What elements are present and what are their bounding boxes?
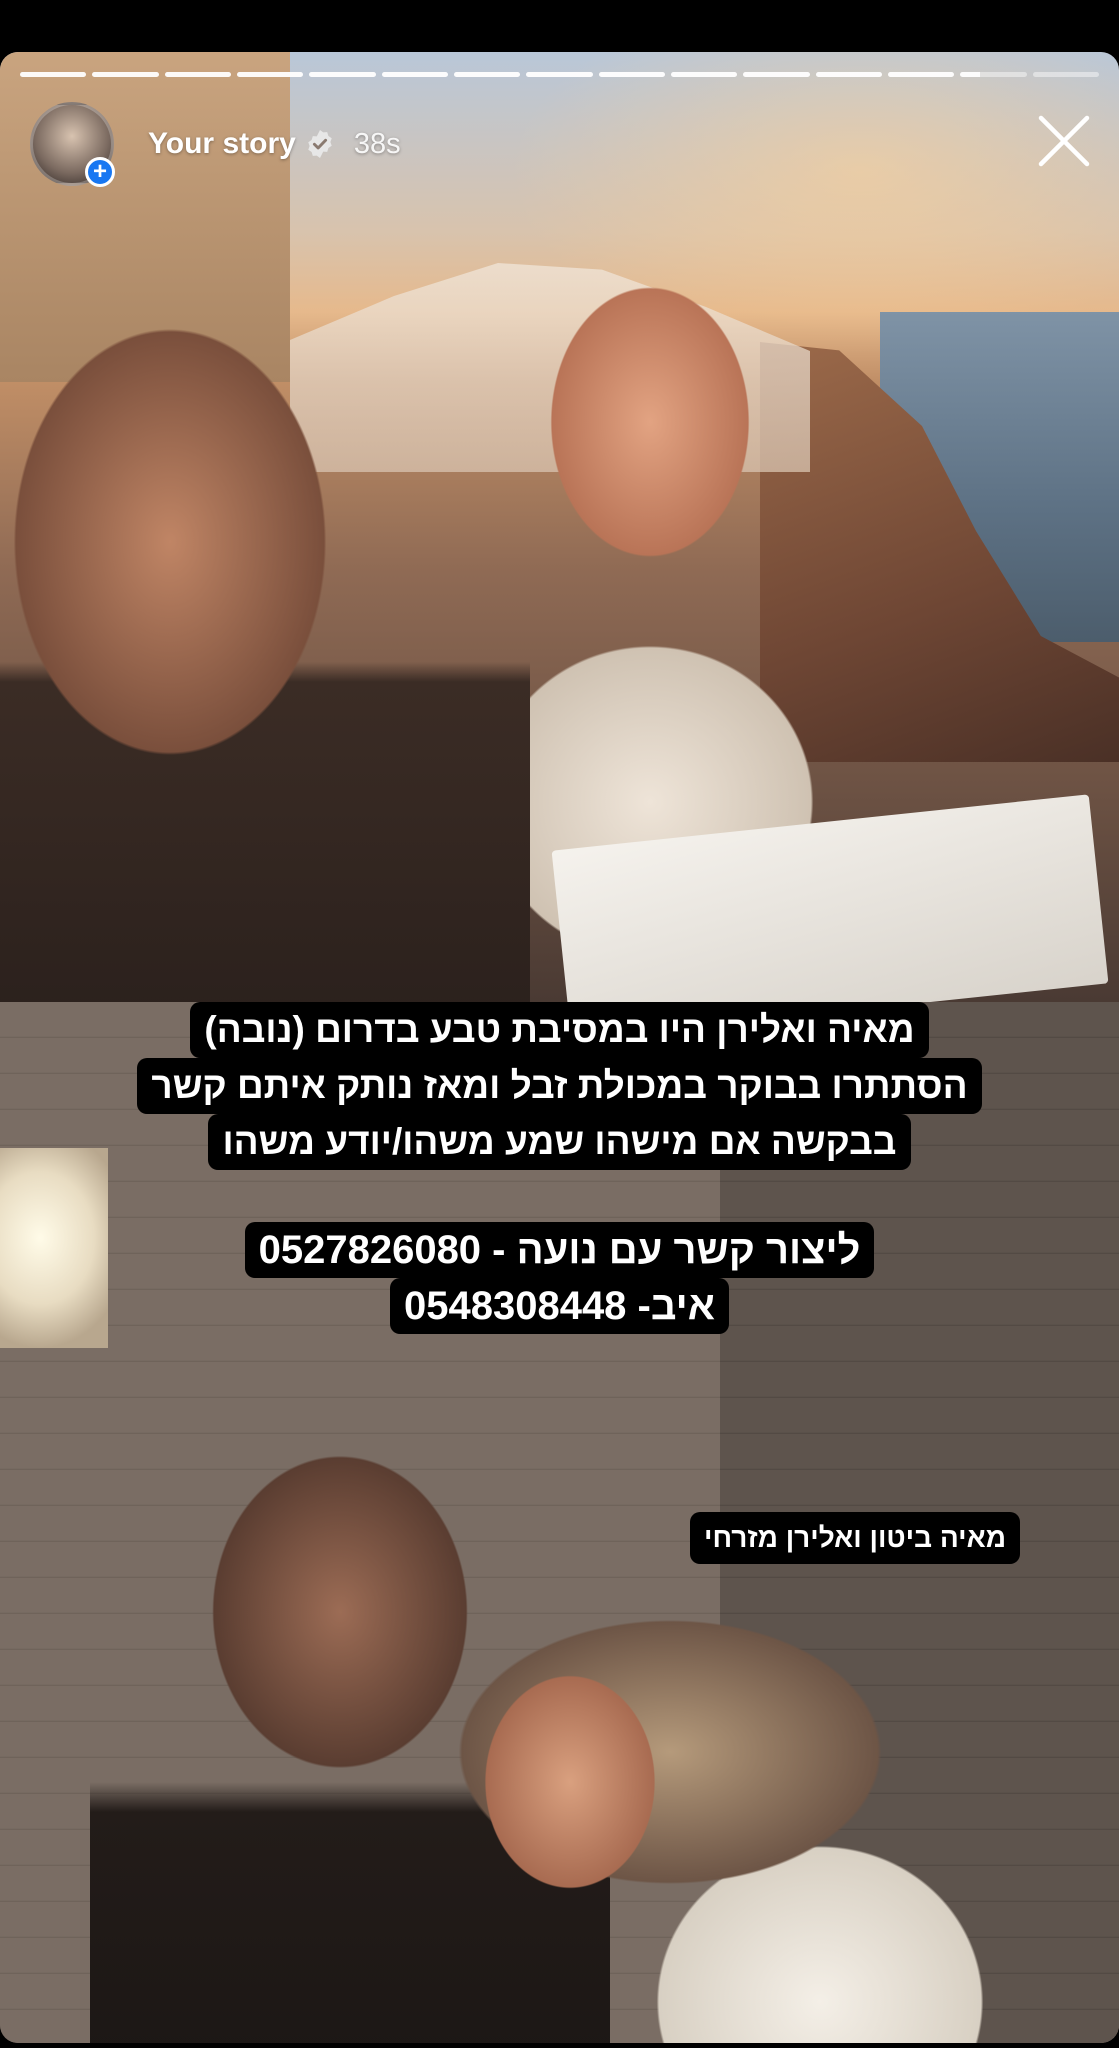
photo-sunset-couple — [0, 52, 1119, 1042]
message-line: הסתתרו בבוקר במכולת זבל ומאז נותק איתם ק… — [137, 1058, 982, 1114]
message-line: בבקשה אם מישהו שמע משהו/יודע משהו — [208, 1114, 911, 1170]
message-sticker: מאיה ואלירן היו במסיבת טבע בדרום (נובה) … — [0, 1002, 1119, 1170]
verified-badge-icon — [308, 130, 332, 158]
avatar[interactable]: + — [30, 102, 115, 187]
contact-line: ליצור קשר עם נועה - 0527826080 — [244, 1222, 875, 1278]
woman-figure-2 — [400, 1582, 1020, 2043]
story-viewer[interactable]: + Your story 38s מאיה ואלירן היו במסיבת … — [0, 52, 1119, 2043]
story-progress-bar — [20, 72, 1099, 77]
plus-icon[interactable]: + — [85, 157, 115, 187]
story-time: 38s — [353, 127, 401, 160]
close-icon[interactable] — [1033, 110, 1095, 172]
contact-sticker: ליצור קשר עם נועה - 0527826080 איב- 0548… — [0, 1222, 1119, 1334]
contact-line: איב- 0548308448 — [389, 1278, 730, 1334]
message-line: מאיה ואלירן היו במסיבת טבע בדרום (נובה) — [190, 1002, 929, 1058]
names-sticker: מאיה ביטון ואלירן מזרחי — [690, 1512, 1021, 1564]
story-header: + Your story 38s — [30, 100, 401, 188]
man-figure — [0, 282, 530, 1042]
story-title[interactable]: Your story — [148, 127, 296, 161]
